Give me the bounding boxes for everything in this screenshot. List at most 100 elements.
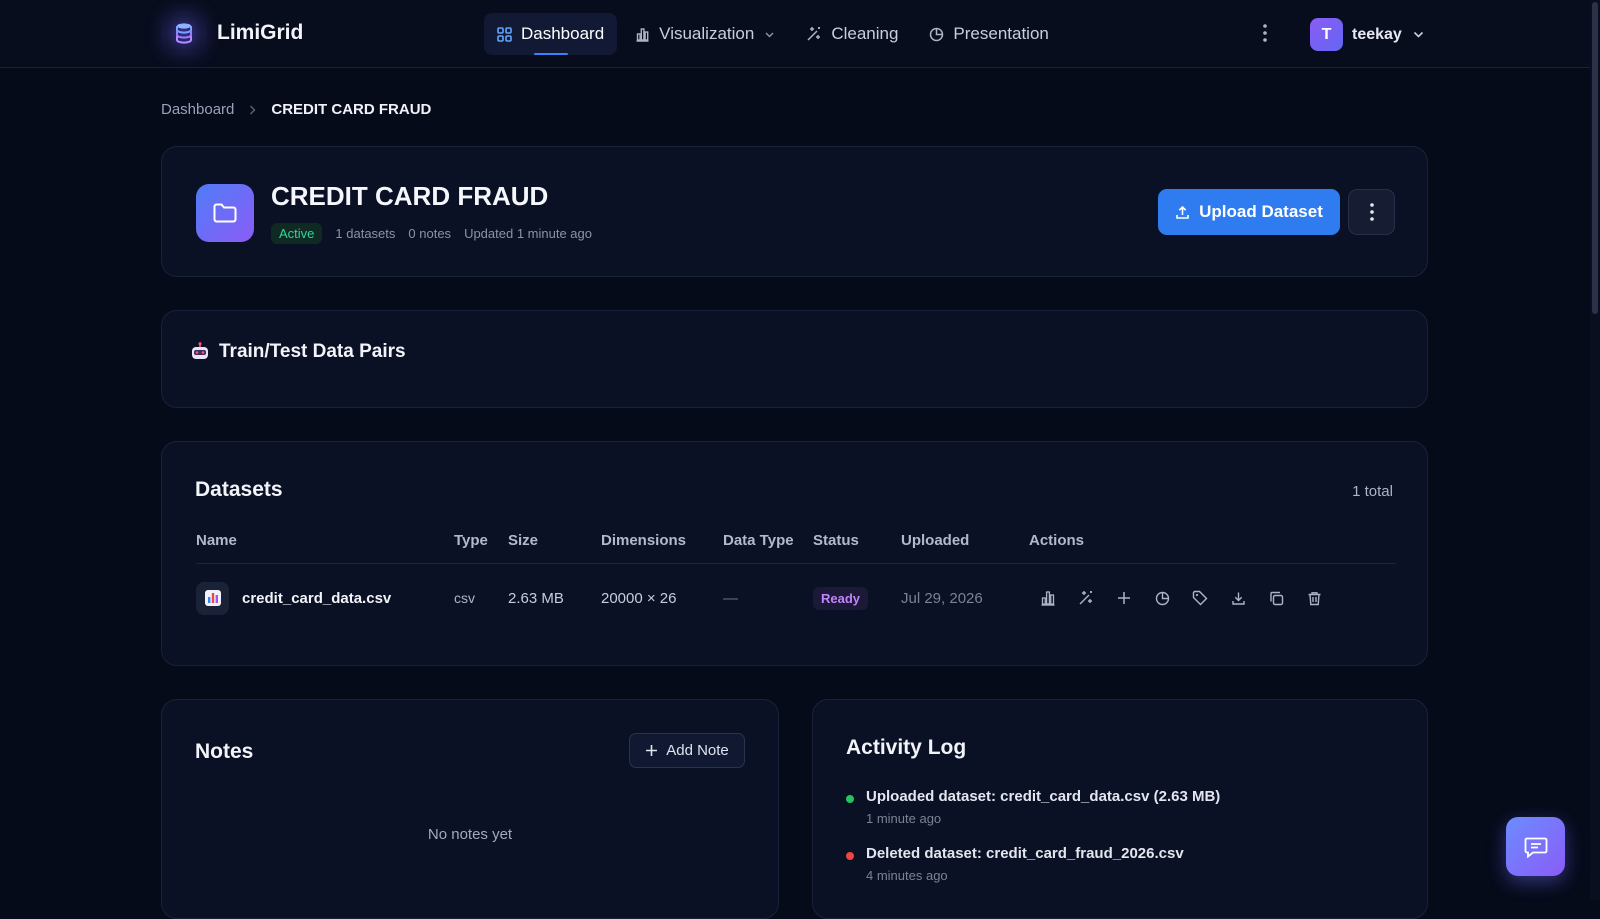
breadcrumb-dashboard[interactable]: Dashboard — [161, 101, 234, 118]
train-test-pairs-card: Train/Test Data Pairs — [161, 310, 1428, 408]
status-badge: Active — [271, 223, 323, 244]
datasets-card: Datasets 1 total Name Type Size Dimensio… — [161, 441, 1428, 666]
activity-time: 1 minute ago — [866, 811, 942, 826]
activity-text: Deleted dataset: credit_card_fraud_2026.… — [866, 845, 1184, 862]
activity-text: Uploaded dataset: credit_card_data.csv (… — [866, 788, 1221, 805]
nav-cleaning[interactable]: Cleaning — [793, 13, 911, 55]
dataset-count: 1 datasets — [335, 226, 396, 241]
chat-icon — [1524, 837, 1547, 858]
download-icon — [1231, 592, 1245, 605]
dataset-name[interactable]: credit_card_data.csv — [242, 590, 391, 607]
chevron-down-icon — [765, 31, 774, 38]
chevron-right-icon — [250, 105, 256, 114]
dataset-uploaded: Jul 29, 2026 — [901, 589, 983, 607]
column-header[interactable]: Type — [454, 532, 488, 549]
pairs-title: Train/Test Data Pairs — [219, 341, 406, 362]
column-header[interactable]: Name — [196, 532, 237, 549]
notes-empty-state: No notes yet — [427, 826, 513, 843]
dataset-type: csv — [454, 590, 475, 606]
pie-chart-icon — [1155, 591, 1169, 605]
column-header[interactable]: Data Type — [723, 532, 794, 549]
chat-button[interactable] — [1506, 817, 1565, 876]
nav-cleaning-label: Cleaning — [831, 24, 899, 43]
activity-time: 4 minutes ago — [866, 868, 948, 883]
database-icon — [165, 14, 203, 52]
top-navbar: LimiGrid Dashboard Visualization Cleanin… — [0, 0, 1590, 68]
activity-title: Activity Log — [846, 736, 967, 759]
datasets-table-header: Name Type Size Dimensions Data Type Stat… — [196, 532, 1396, 564]
project-more-button[interactable] — [1348, 189, 1395, 235]
upload-icon — [1176, 205, 1189, 219]
tag-icon — [1192, 590, 1208, 606]
project-meta: Active 1 datasets 0 notes Updated 1 minu… — [271, 223, 605, 244]
breadcrumb-current: CREDIT CARD FRAUD — [271, 101, 432, 118]
column-header[interactable]: Size — [508, 532, 538, 549]
visualize-button[interactable] — [1029, 579, 1067, 617]
scrollbar-thumb[interactable] — [1592, 2, 1598, 314]
column-header[interactable]: Uploaded — [901, 532, 969, 549]
list-item: Deleted dataset: credit_card_fraud_2026.… — [846, 845, 1184, 883]
download-button[interactable] — [1219, 579, 1257, 617]
tag-button[interactable] — [1181, 579, 1219, 617]
datasets-title: Datasets — [195, 478, 283, 501]
pairs-heading: Train/Test Data Pairs — [190, 341, 406, 363]
table-row[interactable]: credit_card_data.csv csv 2.63 MB 20000 ×… — [196, 578, 1396, 618]
dataset-name-cell[interactable]: credit_card_data.csv — [196, 578, 391, 618]
spreadsheet-icon — [196, 581, 229, 615]
page-scrollbar[interactable] — [1590, 0, 1600, 900]
status-dot — [846, 852, 854, 860]
list-item: Uploaded dataset: credit_card_data.csv (… — [846, 788, 1220, 826]
project-header-card: CREDIT CARD FRAUD Active 1 datasets 0 no… — [161, 146, 1428, 277]
column-header: Actions — [1029, 532, 1085, 549]
status-dot — [846, 795, 854, 803]
nav-dashboard-label: Dashboard — [521, 24, 605, 43]
present-button[interactable] — [1143, 579, 1181, 617]
add-note-button[interactable]: Add Note — [629, 733, 745, 768]
delete-button[interactable] — [1295, 579, 1333, 617]
nav-dashboard[interactable]: Dashboard — [484, 13, 618, 55]
grid-icon — [497, 26, 512, 42]
nav-presentation-label: Presentation — [953, 24, 1049, 43]
nav-visualization-label: Visualization — [659, 24, 755, 43]
bar-chart-icon — [636, 27, 649, 42]
app-logo[interactable]: LimiGrid — [165, 14, 303, 52]
notes-title: Notes — [195, 740, 254, 763]
column-header[interactable]: Status — [813, 532, 859, 549]
note-count: 0 notes — [408, 226, 452, 241]
bar-chart-icon — [1041, 591, 1055, 606]
user-menu[interactable]: T teekay — [1310, 18, 1425, 51]
more-options-icon[interactable] — [1262, 22, 1268, 49]
updated-time: Updated 1 minute ago — [464, 226, 592, 241]
add-note-label: Add Note — [666, 742, 729, 759]
breadcrumb: Dashboard CREDIT CARD FRAUD — [161, 101, 431, 118]
username: teekay — [1352, 25, 1402, 43]
nav-visualization[interactable]: Visualization — [622, 13, 788, 55]
pie-chart-icon — [930, 27, 944, 41]
main-nav: Dashboard Visualization Cleaning Present… — [484, 13, 1067, 55]
upload-dataset-button[interactable]: Upload Dataset — [1158, 189, 1340, 235]
trash-icon — [1308, 591, 1320, 605]
dataset-status-cell: Ready — [813, 578, 869, 618]
dataset-size: 2.63 MB — [508, 589, 564, 607]
add-button[interactable] — [1105, 579, 1143, 617]
more-vertical-icon — [1369, 203, 1374, 221]
page-title: CREDIT CARD FRAUD — [271, 181, 549, 211]
nav-presentation[interactable]: Presentation — [916, 13, 1061, 55]
sparkles-icon — [807, 27, 821, 41]
app-name: LimiGrid — [217, 21, 304, 44]
plus-icon — [646, 745, 658, 756]
activity-log-card: Activity Log Uploaded dataset: credit_ca… — [812, 699, 1428, 919]
chevron-down-icon — [1413, 31, 1423, 38]
dataset-actions — [1029, 578, 1333, 618]
duplicate-button[interactable] — [1257, 579, 1295, 617]
folder-icon — [196, 184, 254, 242]
status-badge: Ready — [813, 586, 869, 610]
dataset-dimensions: 20000 × 26 — [601, 589, 677, 607]
datasets-total: 1 total — [1352, 483, 1393, 500]
avatar: T — [1310, 18, 1343, 51]
copy-icon — [1269, 591, 1283, 605]
robot-icon — [192, 342, 208, 359]
dataset-data-type: — — [723, 589, 738, 607]
clean-button[interactable] — [1067, 579, 1105, 617]
column-header[interactable]: Dimensions — [601, 532, 686, 549]
